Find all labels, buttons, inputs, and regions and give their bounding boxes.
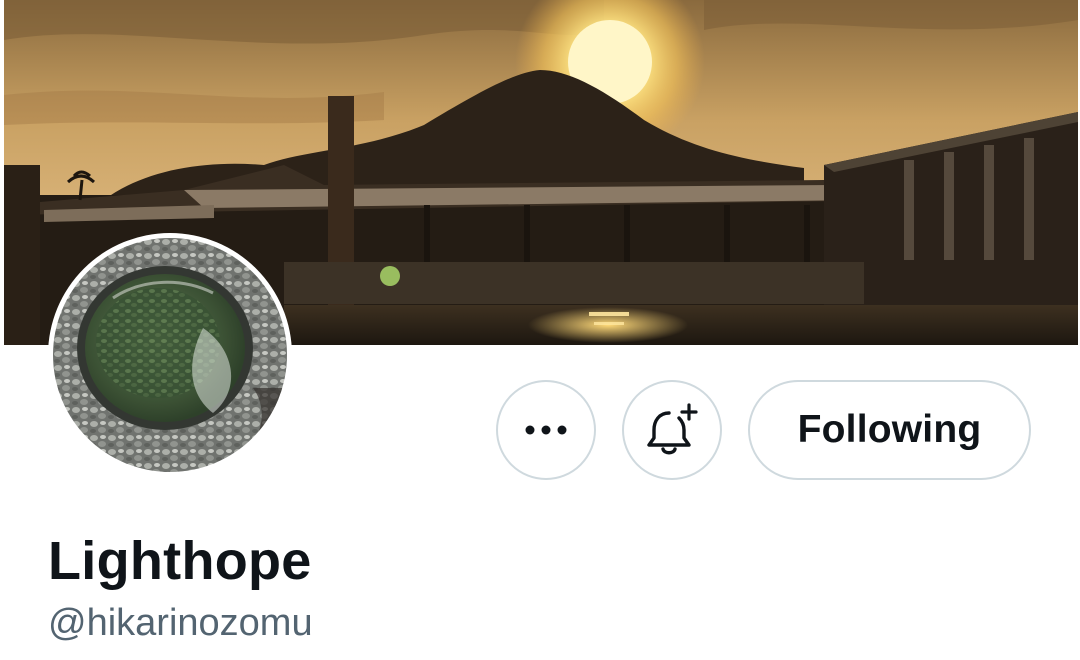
profile-header: Following Lighthope @hikarinozomu [0,0,1080,660]
avatar-image [53,238,287,472]
more-horizontal-icon [525,425,567,435]
notifications-button[interactable] [622,380,722,480]
profile-handle: @hikarinozomu [48,602,313,644]
bell-plus-icon [647,403,698,455]
avatar[interactable] [48,233,292,477]
following-button[interactable]: Following [748,380,1031,480]
more-button[interactable] [496,380,596,480]
profile-display-name: Lighthope [48,531,312,591]
